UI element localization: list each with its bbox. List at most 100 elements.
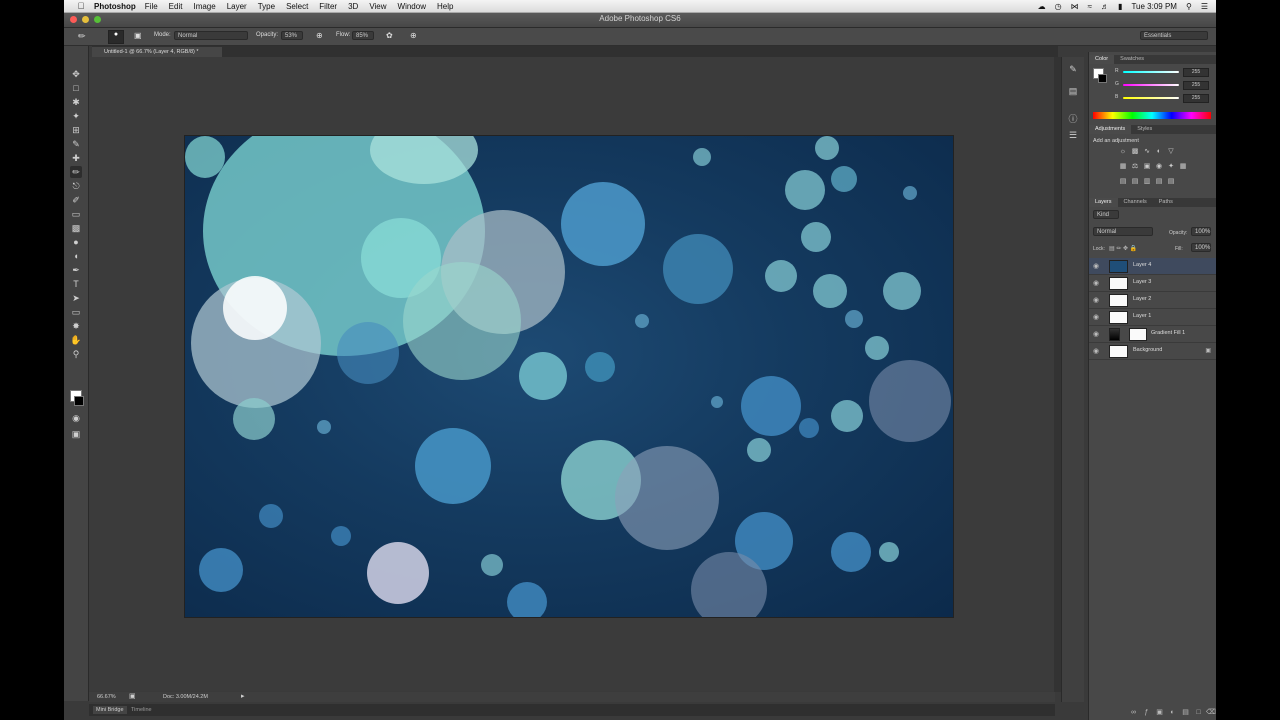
visibility-eye-icon[interactable]: ◉	[1093, 330, 1099, 338]
battery-icon[interactable]: ▮	[1118, 2, 1122, 11]
color-spectrum-bar[interactable]	[1093, 112, 1211, 119]
eyedropper-tool-icon[interactable]: ✎	[70, 138, 82, 150]
layer-name[interactable]: Layer 2	[1133, 296, 1151, 302]
time-machine-icon[interactable]: ◷	[1055, 2, 1062, 11]
background-color-swatch[interactable]	[74, 396, 84, 406]
red-value[interactable]: 255	[1183, 68, 1209, 77]
tab-paths[interactable]: Paths	[1153, 198, 1179, 207]
link-layers-icon[interactable]: ∞	[1129, 709, 1138, 717]
blur-tool-icon[interactable]: ●	[70, 236, 82, 248]
tab-mini-bridge[interactable]: Mini Bridge	[93, 706, 127, 714]
new-layer-icon[interactable]: □	[1194, 709, 1203, 717]
layer-opacity-field[interactable]: 100%	[1191, 227, 1211, 236]
layer-name[interactable]: Gradient Fill 1	[1151, 330, 1185, 336]
pressure-size-icon[interactable]: ⊕	[410, 31, 417, 40]
photo-filter-icon[interactable]: ◉	[1155, 163, 1163, 170]
pen-tool-icon[interactable]: ✒	[70, 264, 82, 276]
layer-row[interactable]: ◉ Layer 3	[1089, 275, 1216, 292]
marquee-tool-icon[interactable]: □	[70, 82, 82, 94]
quick-mask-icon[interactable]: ◉	[70, 412, 82, 424]
invert-icon[interactable]: ▤	[1119, 178, 1127, 185]
workspace-dropdown[interactable]: Essentials	[1140, 31, 1208, 40]
mode-dropdown[interactable]: Normal	[174, 31, 248, 40]
screen-mode-icon[interactable]: ▣	[70, 428, 82, 440]
new-adjustment-icon[interactable]: ◐	[1168, 709, 1177, 717]
new-group-icon[interactable]: ▤	[1181, 709, 1190, 717]
layer-row[interactable]: ◉ Gradient Fill 1	[1089, 326, 1216, 343]
gradient-map-icon[interactable]: ▤	[1167, 178, 1175, 185]
black-white-icon[interactable]: ▣	[1143, 163, 1151, 170]
status-info-icon[interactable]: ▣	[129, 692, 136, 702]
visibility-eye-icon[interactable]: ◉	[1093, 313, 1099, 321]
properties-panel-icon[interactable]: ▤	[1067, 85, 1079, 97]
canvas-area[interactable]	[89, 57, 1055, 691]
selective-color-icon[interactable]: ▤	[1155, 178, 1163, 185]
green-slider[interactable]	[1123, 84, 1179, 86]
layer-fill-field[interactable]: 100%	[1191, 243, 1211, 252]
delete-layer-icon[interactable]: ⌫	[1206, 709, 1216, 717]
visibility-eye-icon[interactable]: ◉	[1093, 279, 1099, 287]
brush-tool-icon[interactable]: ✏	[70, 166, 82, 178]
visibility-eye-icon[interactable]: ◉	[1093, 262, 1099, 270]
document-canvas[interactable]	[185, 136, 953, 617]
notification-center-icon[interactable]: ☰	[1201, 2, 1208, 11]
path-selection-tool-icon[interactable]: ➤	[70, 292, 82, 304]
vibrance-icon[interactable]: ▽	[1167, 148, 1175, 155]
brush-panel-toggle-icon[interactable]: ▣	[134, 31, 142, 40]
volume-icon[interactable]: ♬	[1101, 2, 1109, 11]
document-tab[interactable]: Untitled-1 @ 66.7% (Layer 4, RGB/8) *	[92, 47, 222, 57]
layer-filter-kind-dropdown[interactable]: Kind	[1093, 210, 1119, 219]
menu-help[interactable]: Help	[437, 2, 453, 11]
layer-row[interactable]: ◉ Layer 4	[1089, 258, 1216, 275]
history-brush-tool-icon[interactable]: ✐	[70, 194, 82, 206]
blue-slider[interactable]	[1123, 97, 1179, 99]
posterize-icon[interactable]: ▤	[1131, 178, 1139, 185]
airbrush-icon[interactable]: ✿	[386, 31, 393, 40]
brush-tool-preset-icon[interactable]: ✏	[78, 31, 86, 42]
layer-row[interactable]: ◉ Layer 1	[1089, 309, 1216, 326]
menu-window[interactable]: Window	[398, 2, 426, 11]
red-slider[interactable]	[1123, 71, 1179, 73]
quick-selection-tool-icon[interactable]: ✦	[70, 110, 82, 122]
tab-styles[interactable]: Styles	[1131, 125, 1158, 134]
tab-color[interactable]: Color	[1089, 55, 1115, 64]
channel-mixer-icon[interactable]: ✦	[1167, 163, 1175, 170]
lasso-tool-icon[interactable]: ✱	[70, 96, 82, 108]
zoom-tool-icon[interactable]: ⚲	[70, 348, 82, 360]
eraser-tool-icon[interactable]: ▭	[70, 208, 82, 220]
zoom-level[interactable]: 66.67%	[97, 692, 116, 702]
layer-name[interactable]: Layer 3	[1133, 279, 1151, 285]
3d-tool-icon[interactable]: ✸	[70, 320, 82, 332]
blue-value[interactable]: 255	[1183, 94, 1209, 103]
layer-name[interactable]: Layer 4	[1133, 262, 1151, 268]
layer-name[interactable]: Background	[1133, 347, 1162, 353]
layer-name[interactable]: Layer 1	[1133, 313, 1151, 319]
tab-channels[interactable]: Channels	[1118, 198, 1153, 207]
move-tool-icon[interactable]: ✥	[70, 68, 82, 80]
tab-adjustments[interactable]: Adjustments	[1089, 125, 1132, 134]
search-icon[interactable]: ⚲	[1186, 2, 1192, 11]
threshold-icon[interactable]: ▥	[1143, 178, 1151, 185]
apple-icon[interactable]: 	[74, 1, 88, 11]
color-panel-background-swatch[interactable]	[1098, 74, 1107, 83]
creative-cloud-icon[interactable]: ☁	[1038, 2, 1046, 11]
layer-row[interactable]: ◉ Background ▣	[1089, 343, 1216, 360]
canvas-vertical-scrollbar[interactable]	[1054, 57, 1061, 692]
visibility-eye-icon[interactable]: ◉	[1093, 296, 1099, 304]
curves-icon[interactable]: ∿	[1143, 148, 1151, 155]
clock[interactable]: Tue 3:09 PM	[1131, 2, 1177, 11]
layer-blend-mode-dropdown[interactable]: Normal	[1093, 227, 1153, 236]
pressure-opacity-icon[interactable]: ⊕	[316, 31, 323, 40]
bluetooth-icon[interactable]: ⋈	[1071, 2, 1079, 11]
menu-type[interactable]: Type	[258, 2, 275, 11]
color-balance-icon[interactable]: ⚖	[1131, 163, 1139, 170]
healing-brush-tool-icon[interactable]: ✚	[70, 152, 82, 164]
layer-row[interactable]: ◉ Layer 2	[1089, 292, 1216, 309]
status-menu-arrow-icon[interactable]: ▸	[241, 692, 245, 702]
layer-style-icon[interactable]: ƒ	[1142, 709, 1151, 717]
info-panel-icon[interactable]: ⓘ	[1067, 113, 1079, 125]
menu-3d[interactable]: 3D	[348, 2, 358, 11]
menu-select[interactable]: Select	[286, 2, 308, 11]
type-tool-icon[interactable]: T	[70, 278, 82, 290]
dodge-tool-icon[interactable]: ◖	[70, 250, 82, 262]
